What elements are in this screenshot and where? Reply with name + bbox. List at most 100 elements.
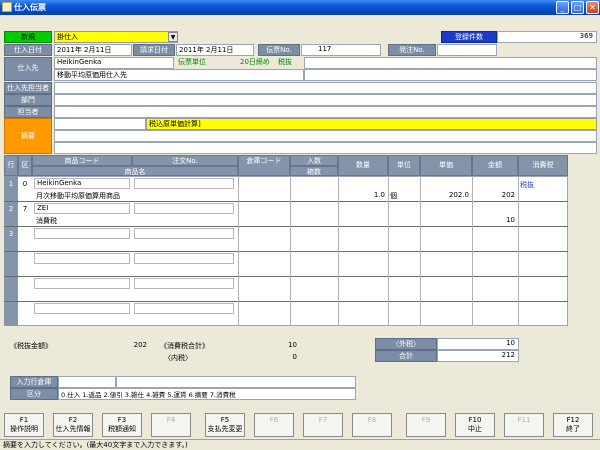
registered-count-label: 登録件数 — [441, 31, 497, 43]
row-1-unit[interactable]: 個 — [390, 191, 420, 201]
input-warehouse-field[interactable] — [58, 376, 116, 388]
row-2-amount[interactable]: 10 — [472, 216, 518, 226]
col-separator — [238, 176, 239, 326]
row-1-item-name[interactable]: 月次移動平均原価算用商品 — [36, 191, 236, 201]
grid-scroll-area[interactable] — [568, 155, 596, 326]
supplier-name-field[interactable]: 移動平均原価用仕入先 — [54, 69, 304, 81]
row-4-order-no[interactable] — [134, 253, 234, 264]
f12-label: 終了 — [566, 425, 580, 433]
f6-key: F6 — [269, 416, 279, 424]
inner-tax-label: 〈内税〉 — [164, 354, 192, 362]
billing-date-field[interactable]: 2011年 2月11日 — [176, 44, 254, 56]
memo-label: 摘要 — [4, 118, 52, 154]
close-button[interactable]: ✕ — [586, 1, 599, 14]
col-unit-price: 単価 — [420, 155, 472, 176]
f5-button[interactable]: F5 支払先変更 — [205, 413, 245, 437]
col-unit: 単位 — [388, 155, 420, 176]
row-separator — [4, 201, 568, 202]
tax-total-value: 10 — [288, 341, 297, 349]
f10-button[interactable]: F10 中止 — [455, 413, 495, 437]
col-kubun: 区 — [18, 155, 32, 176]
memo-input[interactable]: 税込原単価計算] — [146, 118, 597, 130]
billing-date-label: 請求日付 — [133, 44, 175, 56]
row-5-item-code[interactable] — [34, 278, 130, 289]
input-warehouse-label: 入力行倉庫 — [10, 376, 58, 388]
chevron-down-icon[interactable]: ▼ — [168, 32, 178, 42]
row-2-kubun[interactable]: 7 — [18, 205, 32, 215]
row-4-item-code[interactable] — [34, 253, 130, 264]
row-2-item-name[interactable]: 消費税 — [36, 216, 236, 226]
minimize-button[interactable]: _ — [556, 1, 569, 14]
f6-button[interactable]: F6 — [254, 413, 294, 437]
row-6-order-no[interactable] — [134, 303, 234, 314]
row-1-qty[interactable]: 1.0 — [338, 191, 388, 201]
supplier-extra-field-2 — [304, 69, 597, 81]
mode-badge: 新規 — [4, 31, 52, 43]
f2-button[interactable]: F2 仕入先情報 — [53, 413, 93, 437]
memo-aux-field — [54, 118, 146, 130]
purchase-type-value: 掛仕入 — [57, 33, 78, 41]
f11-button[interactable]: F11 — [504, 413, 544, 437]
inner-tax-value: 0 — [292, 353, 297, 361]
f9-button[interactable]: F9 — [406, 413, 446, 437]
row-separator — [4, 301, 568, 302]
maximize-button[interactable]: □ — [571, 1, 584, 14]
f11-key: F11 — [517, 416, 531, 424]
col-separator — [388, 176, 389, 326]
supplier-code-field[interactable]: HeikinGenka — [54, 57, 174, 69]
memo-line-2[interactable] — [54, 130, 597, 142]
outer-tax-value: 10 — [437, 338, 519, 350]
closing-day: 20日締め — [240, 58, 270, 66]
memo-line-3[interactable] — [54, 142, 597, 154]
f5-label: 支払先変更 — [207, 425, 243, 433]
purchase-type-select[interactable]: 掛仕入 — [54, 31, 178, 43]
f12-button[interactable]: F12 終了 — [553, 413, 593, 437]
row-1-order-no[interactable] — [134, 178, 234, 189]
col-item-name: 商品名 — [32, 166, 238, 176]
f3-button[interactable]: F3 税額通知 — [102, 413, 142, 437]
dept-field[interactable] — [54, 94, 597, 106]
row-3-no: 3 — [8, 230, 14, 238]
row-3-order-no[interactable] — [134, 228, 234, 239]
kubun-list: 0.仕入 1.返品 2.値引 3.雑仕 4.雑費 5.運賃 6.摘要 7.消費税 — [58, 388, 356, 400]
person-label: 担当者 — [4, 106, 52, 118]
tax-mode: 税抜 — [278, 58, 292, 66]
supplier-label: 仕入先 — [4, 57, 52, 81]
person-field[interactable] — [54, 106, 597, 118]
grand-total-label: 合計 — [375, 350, 437, 362]
f4-key: F4 — [166, 416, 176, 424]
row-6-item-code[interactable] — [34, 303, 130, 314]
slip-no-field[interactable]: 117 — [301, 44, 381, 56]
order-no-field[interactable] — [437, 44, 497, 56]
f3-label: 税額通知 — [108, 425, 136, 433]
row-3-item-code[interactable] — [34, 228, 130, 239]
purchase-date-field[interactable]: 2011年 2月11日 — [54, 44, 132, 56]
f9-key: F9 — [421, 416, 431, 424]
row-5-order-no[interactable] — [134, 278, 234, 289]
col-separator — [518, 176, 519, 326]
row-2-order-no[interactable] — [134, 203, 234, 214]
supplier-staff-field[interactable] — [54, 82, 597, 94]
col-qty: 数量 — [338, 155, 388, 176]
f12-key: F12 — [566, 416, 580, 424]
row-1-unit-price[interactable]: 202.0 — [420, 191, 472, 201]
row-2-item-code[interactable]: ZEI — [34, 203, 130, 214]
net-amount-label: 《税抜金額》 — [10, 342, 52, 350]
tax-total-label: 《消費税合計》 — [160, 342, 209, 350]
col-order-no: 注文No. — [132, 155, 238, 166]
f1-key: F1 — [19, 416, 29, 424]
f7-button[interactable]: F7 — [303, 413, 343, 437]
row-1-amount[interactable]: 202 — [472, 191, 518, 201]
row-1-item-code[interactable]: HeikinGenka — [34, 178, 130, 189]
f10-key: F10 — [468, 416, 482, 424]
grand-total-value: 212 — [437, 350, 519, 362]
row-1-kubun[interactable]: 0 — [18, 180, 32, 190]
f8-button[interactable]: F8 — [352, 413, 392, 437]
f1-button[interactable]: F1 操作説明 — [4, 413, 44, 437]
supplier-extra-field — [304, 57, 597, 69]
window-title: 仕入伝票 — [14, 3, 46, 12]
f4-button[interactable]: F4 — [151, 413, 191, 437]
purchase-date-label: 仕入日付 — [4, 44, 52, 56]
row-separator — [4, 251, 568, 252]
col-in-qty: 入数 — [290, 155, 338, 166]
